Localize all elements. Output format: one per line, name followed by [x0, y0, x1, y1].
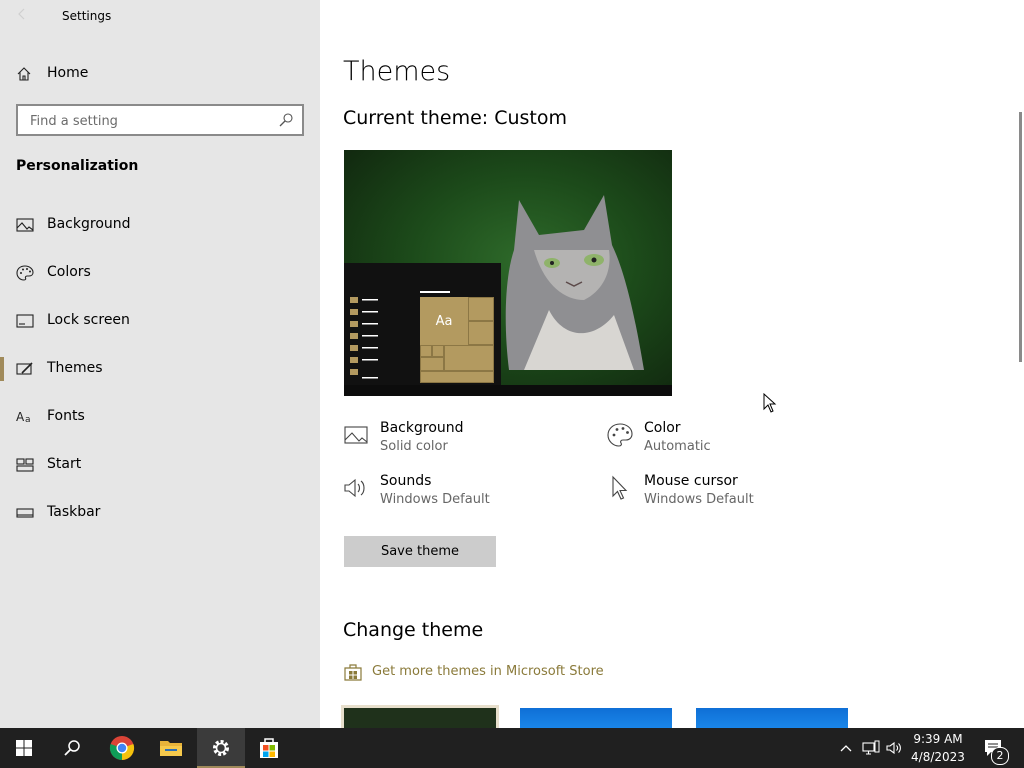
- svg-text:a: a: [25, 415, 31, 425]
- window-title: Settings: [62, 9, 112, 23]
- cat-image: [505, 195, 644, 370]
- sidebar-item-label: Background: [47, 216, 131, 232]
- sidebar-item-label: Colors: [47, 264, 91, 280]
- start-icon: [16, 458, 34, 472]
- sidebar-item-fonts[interactable]: A a Fonts: [0, 397, 320, 437]
- property-name: Color: [644, 420, 681, 436]
- clock[interactable]: 9:39 AM 4/8/2023: [908, 730, 968, 766]
- clock-date: 4/8/2023: [911, 750, 965, 764]
- network-button[interactable]: [860, 728, 882, 768]
- property-mouse-cursor[interactable]: Mouse cursor Windows Default: [607, 473, 847, 517]
- taskbar: 9:39 AM 4/8/2023 2: [0, 728, 1024, 768]
- preview-tile: [468, 321, 494, 345]
- current-theme-heading: Current theme: Custom: [343, 107, 568, 129]
- preview-tile: [468, 297, 494, 321]
- theme-thumbnail-custom[interactable]: [341, 705, 499, 731]
- start-button[interactable]: [0, 728, 48, 768]
- windows-logo-icon: [16, 740, 32, 756]
- clock-time: 9:39 AM: [913, 732, 963, 746]
- taskbar-settings[interactable]: [197, 728, 245, 768]
- preview-tile-text: Aa: [420, 297, 468, 345]
- settings-icon: [213, 740, 229, 756]
- store-bag-icon: [344, 664, 362, 681]
- taskbar-store[interactable]: [245, 728, 293, 768]
- sidebar-item-label: Themes: [47, 360, 103, 376]
- sidebar: Settings Home Personalization Background…: [0, 0, 320, 728]
- property-name: Sounds: [380, 473, 432, 489]
- sidebar-item-taskbar[interactable]: Taskbar: [0, 493, 320, 533]
- sidebar-item-start[interactable]: Start: [0, 445, 320, 485]
- search-icon[interactable]: [278, 112, 294, 128]
- main-content: Themes Current theme: Custom Aa Backgrou…: [320, 0, 1024, 731]
- taskbar-icon: [16, 508, 34, 518]
- themes-icon: [16, 362, 33, 375]
- network-icon: [862, 740, 880, 755]
- sidebar-item-colors[interactable]: Colors: [0, 253, 320, 293]
- chevron-up-icon: [840, 745, 852, 752]
- file-explorer-icon: [160, 741, 182, 756]
- preview-tile: [432, 345, 444, 357]
- preview-tile: [420, 345, 432, 357]
- property-color[interactable]: Color Automatic: [607, 420, 847, 464]
- picture-icon: [344, 426, 368, 444]
- property-name: Mouse cursor: [644, 473, 738, 489]
- palette-icon: [16, 265, 34, 281]
- nav-home-label: Home: [47, 65, 89, 81]
- show-hidden-icons-button[interactable]: [836, 728, 856, 768]
- taskbar-chrome[interactable]: [98, 728, 146, 768]
- preview-menu-list: [350, 297, 378, 379]
- preview-tile: [420, 357, 444, 371]
- taskbar-search-button[interactable]: [48, 728, 96, 768]
- sidebar-item-label: Taskbar: [47, 504, 101, 520]
- preview-tile: [420, 371, 494, 383]
- preview-menu-line: [420, 291, 450, 293]
- search-box[interactable]: [16, 104, 304, 136]
- preview-taskbar: [344, 385, 672, 396]
- sidebar-item-label: Lock screen: [47, 312, 130, 328]
- volume-button[interactable]: [884, 728, 906, 768]
- property-value: Solid color: [380, 439, 448, 454]
- chrome-icon: [109, 736, 135, 761]
- speaker-icon: [886, 741, 901, 755]
- sidebar-item-lock-screen[interactable]: Lock screen: [0, 301, 320, 341]
- back-arrow-icon[interactable]: [14, 6, 30, 22]
- store-link-label: Get more themes in Microsoft Store: [372, 664, 604, 679]
- section-title-personalization: Personalization: [16, 158, 139, 174]
- speaker-icon: [344, 478, 365, 498]
- preview-tile: [444, 345, 494, 371]
- palette-icon: [607, 423, 633, 447]
- theme-preview: Aa: [344, 150, 672, 396]
- sidebar-item-background[interactable]: Background: [0, 205, 320, 245]
- home-icon: [17, 67, 31, 81]
- property-name: Background: [380, 420, 464, 436]
- notification-count-badge: 2: [991, 747, 1009, 765]
- theme-thumbnail-windows[interactable]: [520, 708, 672, 728]
- sidebar-item-label: Fonts: [47, 408, 85, 424]
- sidebar-item-label: Start: [47, 456, 82, 472]
- search-icon: [64, 740, 80, 756]
- mouse-pointer-icon: [763, 393, 777, 413]
- property-background[interactable]: Background Solid color: [343, 420, 583, 464]
- property-value: Windows Default: [380, 492, 490, 507]
- picture-icon: [16, 218, 34, 232]
- fonts-icon: A a: [16, 410, 31, 425]
- property-value: Automatic: [644, 439, 711, 454]
- page-title: Themes: [343, 56, 451, 87]
- save-theme-button[interactable]: Save theme: [344, 536, 496, 567]
- preview-start-menu: Aa: [344, 263, 501, 396]
- nav-home[interactable]: Home: [0, 58, 320, 90]
- cursor-icon: [612, 475, 628, 500]
- sidebar-item-themes[interactable]: Themes: [0, 349, 320, 389]
- property-sounds[interactable]: Sounds Windows Default: [343, 473, 583, 517]
- change-theme-heading: Change theme: [343, 619, 484, 641]
- theme-thumbnail-windows-light[interactable]: [696, 708, 848, 728]
- svg-text:A: A: [16, 410, 25, 424]
- lock-screen-icon: [16, 314, 34, 328]
- search-input[interactable]: [28, 110, 272, 132]
- store-icon: [260, 738, 278, 758]
- taskbar-file-explorer[interactable]: [147, 728, 195, 768]
- property-value: Windows Default: [644, 492, 754, 507]
- action-center-button[interactable]: 2: [976, 728, 1024, 768]
- scrollbar[interactable]: [1019, 112, 1022, 362]
